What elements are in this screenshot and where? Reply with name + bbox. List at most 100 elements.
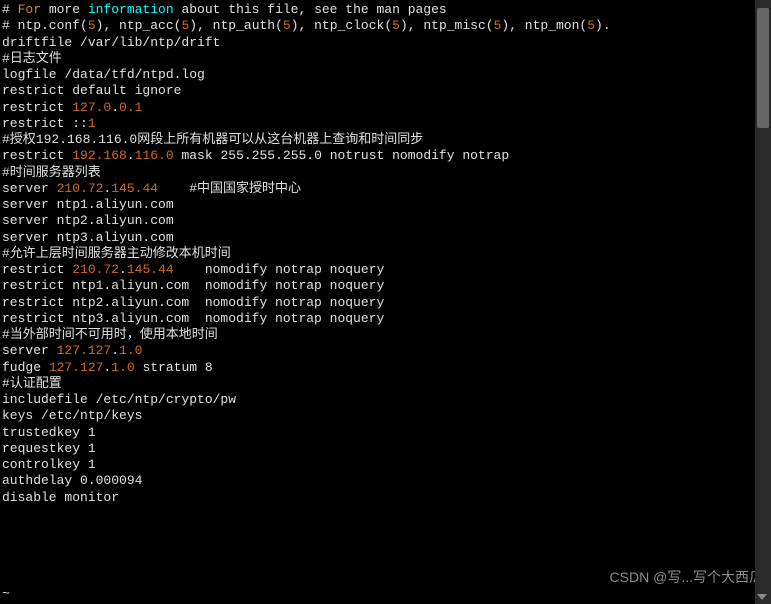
text-segment: information: [88, 2, 174, 17]
text-segment: server: [2, 181, 57, 196]
terminal-line: disable monitor: [2, 490, 769, 506]
text-segment: 127.127: [57, 343, 112, 358]
terminal-line: server ntp2.aliyun.com: [2, 213, 769, 229]
text-segment: ), ntp_acc(: [96, 18, 182, 33]
text-segment: 1: [88, 425, 96, 440]
watermark-text: CSDN @写...写个大西瓜: [610, 569, 763, 587]
text-segment: #中国国家授时中心: [158, 181, 301, 196]
terminal-line: authdelay 0.000094: [2, 473, 769, 489]
text-segment: #: [2, 2, 18, 17]
text-segment: restrict default ignore: [2, 83, 181, 98]
text-segment: 0.000094: [80, 473, 142, 488]
terminal-line: restrict ntp1.aliyun.com nomodify notrap…: [2, 278, 769, 294]
text-segment: controlkey: [2, 457, 88, 472]
text-segment: server ntp2.aliyun.com: [2, 213, 174, 228]
terminal-line: restrict 210.72.145.44 nomodify notrap n…: [2, 262, 769, 278]
text-segment: server: [2, 343, 57, 358]
scrollbar-track[interactable]: [755, 0, 771, 604]
terminal-line: # ntp.conf(5), ntp_acc(5), ntp_auth(5), …: [2, 18, 769, 34]
text-segment: restrict ntp3.aliyun.com nomodify notrap…: [2, 311, 384, 326]
text-segment: 5: [88, 18, 96, 33]
terminal-line: keys /etc/ntp/keys: [2, 408, 769, 424]
text-segment: restrict: [2, 148, 72, 163]
text-segment: server ntp3.aliyun.com: [2, 230, 174, 245]
text-segment: 127.127: [49, 360, 104, 375]
text-segment: ), ntp_auth(: [189, 18, 283, 33]
terminal-line: #日志文件: [2, 51, 769, 67]
text-segment: #允许上层时间服务器主动修改本机时间: [2, 246, 231, 261]
terminal-line: driftfile /var/lib/ntp/drift: [2, 35, 769, 51]
text-segment: restrict: [2, 100, 72, 115]
text-segment: restrict: [2, 262, 72, 277]
terminal-line: #授权192.168.116.0网段上所有机器可以从这台机器上查询和时间同步: [2, 132, 769, 148]
text-segment: stratum: [135, 360, 205, 375]
text-segment: .: [111, 100, 119, 115]
text-segment: .: [111, 343, 119, 358]
text-segment: 5: [283, 18, 291, 33]
terminal-line: restrict default ignore: [2, 83, 769, 99]
text-segment: authdelay: [2, 473, 80, 488]
text-segment: restrict ntp2.aliyun.com nomodify notrap…: [2, 295, 384, 310]
text-segment: 0.1: [119, 100, 142, 115]
terminal-line: logfile /data/tfd/ntpd.log: [2, 67, 769, 83]
text-segment: more: [41, 2, 88, 17]
terminal-line: #认证配置: [2, 376, 769, 392]
text-segment: 116.0: [135, 148, 174, 163]
text-segment: 5: [392, 18, 400, 33]
terminal-line: restrict 127.0.0.1: [2, 100, 769, 116]
terminal-line: restrict ::1: [2, 116, 769, 132]
text-segment: .: [275, 148, 283, 163]
text-segment: #日志文件: [2, 51, 62, 66]
text-segment: # ntp.conf(: [2, 18, 88, 33]
text-segment: #授权192.168.116.0网段上所有机器可以从这台机器上查询和时间同步: [2, 132, 423, 147]
text-segment: about this file, see the man pages: [174, 2, 447, 17]
text-segment: logfile /data/tfd/ntpd.log: [2, 67, 205, 82]
text-segment: 145.44: [111, 181, 158, 196]
text-segment: nomodify notrap noquery: [174, 262, 385, 277]
text-segment: 127.0: [72, 100, 111, 115]
text-segment: 1: [88, 457, 96, 472]
text-segment: ), ntp_misc(: [400, 18, 494, 33]
text-segment: #时间服务器列表: [2, 165, 101, 180]
text-segment: driftfile /var/lib/ntp/drift: [2, 35, 220, 50]
text-segment: includefile /etc/ntp/crypto/pw: [2, 392, 236, 407]
text-segment: server ntp1.aliyun.com: [2, 197, 174, 212]
text-segment: 210.72: [57, 181, 104, 196]
terminal-line: # For more information about this file, …: [2, 2, 769, 18]
text-segment: .: [119, 262, 127, 277]
text-segment: 1.0: [119, 343, 142, 358]
terminal-line: #当外部时间不可用时，使用本地时间: [2, 327, 769, 343]
terminal-line: #时间服务器列表: [2, 165, 769, 181]
text-segment: fudge: [2, 360, 49, 375]
text-segment: 1: [88, 441, 96, 456]
terminal-line: trustedkey 1: [2, 425, 769, 441]
terminal-line: server 127.127.1.0: [2, 343, 769, 359]
terminal-line: server 210.72.145.44 #中国国家授时中心: [2, 181, 769, 197]
terminal-line: requestkey 1: [2, 441, 769, 457]
terminal-line: server ntp3.aliyun.com: [2, 230, 769, 246]
scroll-down-arrow-icon[interactable]: [757, 594, 767, 600]
terminal-output: # For more information about this file, …: [2, 2, 769, 506]
terminal-line: restrict 192.168.116.0 mask 255.255.255.…: [2, 148, 769, 164]
text-segment: 255.255: [220, 148, 275, 163]
scrollbar-thumb[interactable]: [757, 8, 769, 128]
text-segment: For: [18, 2, 41, 17]
text-segment: 1.0: [111, 360, 134, 375]
terminal-line: controlkey 1: [2, 457, 769, 473]
text-segment: ).: [595, 18, 611, 33]
text-segment: ), ntp_mon(: [501, 18, 587, 33]
text-segment: ), ntp_clock(: [291, 18, 392, 33]
terminal-line: includefile /etc/ntp/crypto/pw: [2, 392, 769, 408]
text-segment: disable monitor: [2, 490, 119, 505]
text-segment: 145.44: [127, 262, 174, 277]
text-segment: keys /etc/ntp/keys: [2, 408, 142, 423]
text-segment: 255.0: [283, 148, 322, 163]
text-segment: 8: [205, 360, 213, 375]
text-segment: #当外部时间不可用时，使用本地时间: [2, 327, 218, 342]
text-segment: mask: [174, 148, 221, 163]
text-segment: .: [127, 148, 135, 163]
terminal-line: restrict ntp2.aliyun.com nomodify notrap…: [2, 295, 769, 311]
text-segment: 5: [587, 18, 595, 33]
terminal-line: server ntp1.aliyun.com: [2, 197, 769, 213]
terminal-line: restrict ntp3.aliyun.com nomodify notrap…: [2, 311, 769, 327]
